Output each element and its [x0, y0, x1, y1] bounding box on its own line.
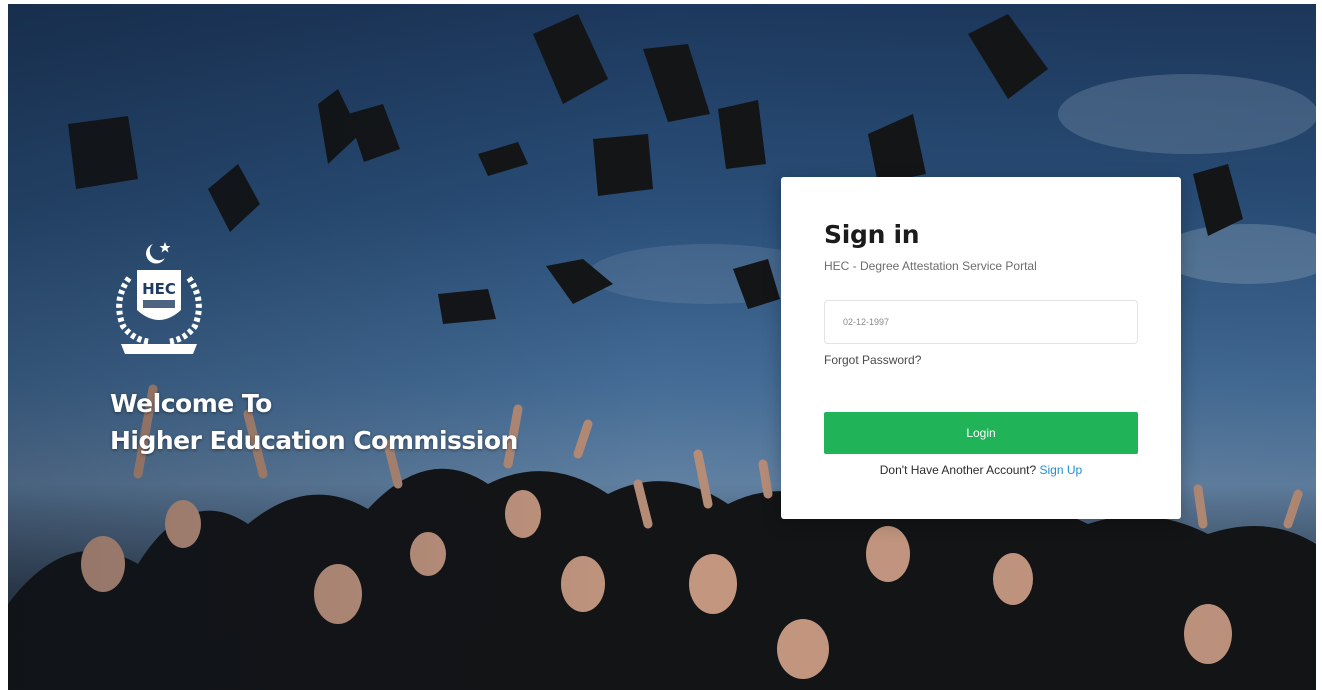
- signin-card: Sign in HEC - Degree Attestation Service…: [781, 177, 1181, 519]
- login-page: HEC Welcome To Higher Education Commissi…: [0, 0, 1322, 690]
- welcome-line-1: Welcome To: [110, 389, 272, 418]
- signin-title: Sign in: [824, 220, 920, 249]
- emblem-text: HEC: [142, 280, 176, 298]
- sign-up-link[interactable]: Sign Up: [1040, 463, 1083, 477]
- welcome-line-2: Higher Education Commission: [110, 426, 518, 455]
- welcome-heading: Welcome To Higher Education Commission: [110, 385, 518, 459]
- signup-prompt: Don't Have Another Account? Sign Up: [781, 463, 1181, 477]
- hec-emblem-icon: HEC: [116, 242, 202, 354]
- login-button[interactable]: Login: [824, 412, 1138, 454]
- signin-subtitle: HEC - Degree Attestation Service Portal: [824, 259, 1037, 273]
- forgot-password-link[interactable]: Forgot Password?: [824, 353, 921, 367]
- account-prompt-text: Don't Have Another Account?: [879, 463, 1037, 477]
- date-of-birth-input[interactable]: [824, 300, 1138, 344]
